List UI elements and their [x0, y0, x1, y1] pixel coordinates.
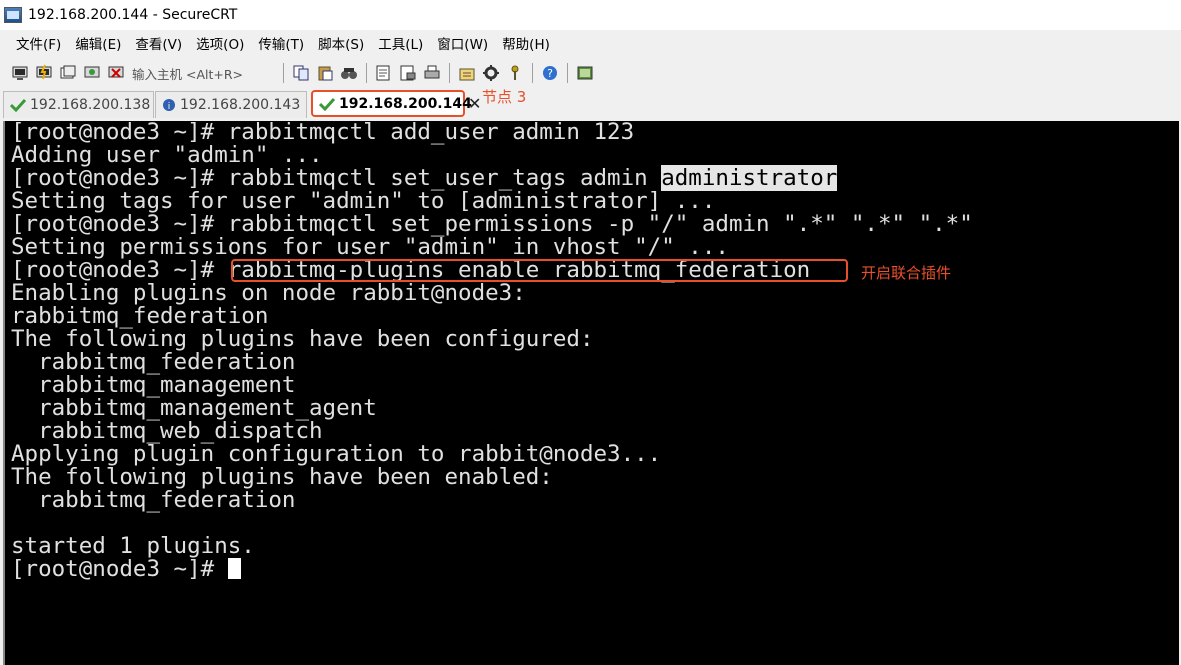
menu-view[interactable]: 查看(V) — [128, 33, 189, 53]
print-icon[interactable] — [398, 63, 418, 83]
terminal-prompt: [root@node3 ~]# — [11, 556, 228, 582]
terminal-line: rabbitmq_web_dispatch — [11, 418, 323, 444]
toolbar-separator — [449, 63, 450, 83]
tab-192-168-200-138[interactable]: 192.168.200.138 — [3, 91, 154, 118]
terminal-line: Setting tags for user "admin" to [admini… — [11, 188, 716, 214]
global-options-icon[interactable] — [481, 63, 501, 83]
terminal-line: rabbitmq_management_agent — [11, 395, 377, 421]
terminal-line: Enabling plugins on node rabbit@node3: — [11, 280, 526, 306]
menu-tools[interactable]: 工具(L) — [371, 33, 430, 53]
title-bar: 192.168.200.144 - SecureCRT — [0, 0, 1181, 30]
session-tab-bar: 192.168.200.138 i 192.168.200.143 192.16… — [0, 88, 1181, 120]
tab-192-168-200-143[interactable]: i 192.168.200.143 — [155, 91, 307, 118]
keymap-icon[interactable] — [505, 63, 525, 83]
terminal-line: started 1 plugins. — [11, 533, 255, 559]
menu-options[interactable]: 选项(O) — [189, 33, 251, 53]
terminal-line: [root@node3 ~]# rabbitmqctl set_user_tag… — [11, 165, 973, 191]
check-icon — [319, 97, 335, 111]
menu-bar: 文件(F) 编辑(E) 查看(V) 选项(O) 传输(T) 脚本(S) 工具(L… — [0, 30, 1181, 56]
tab-annotation: 节点 3 — [482, 88, 527, 106]
terminal-line: rabbitmq_management — [11, 372, 296, 398]
terminal-line: rabbitmq_federation — [11, 303, 269, 329]
terminal-line: rabbitmq_federation — [11, 349, 296, 375]
terminal-line: Setting permissions for user "admin" in … — [11, 234, 729, 260]
info-icon: i — [162, 98, 176, 112]
toolbar: 输入主机 <Alt+R> ? — [0, 58, 1181, 88]
menu-help[interactable]: 帮助(H) — [495, 33, 557, 53]
menu-edit[interactable]: 编辑(E) — [68, 33, 128, 53]
toolbar-separator — [567, 63, 568, 83]
securecrt-app-icon — [4, 7, 22, 23]
command-highlight-box — [231, 259, 848, 282]
window-title: 192.168.200.144 - SecureCRT — [28, 7, 238, 23]
terminal-line: [root@node3 ~]# rabbitmqctl add_user adm… — [11, 119, 635, 145]
connect-tab-icon[interactable] — [58, 63, 78, 83]
connect-icon[interactable] — [10, 63, 30, 83]
close-tab-icon[interactable]: ✕ — [468, 96, 481, 112]
terminal-line: The following plugins have been configur… — [11, 326, 594, 352]
disconnect-icon[interactable] — [106, 63, 126, 83]
sftp-icon[interactable] — [575, 63, 595, 83]
terminal-cursor — [227, 558, 241, 579]
svg-text:?: ? — [547, 67, 553, 80]
terminal-line: Adding user "admin" ... — [11, 142, 323, 168]
tab-label: 192.168.200.144 — [339, 95, 472, 112]
printer-icon[interactable] — [422, 63, 442, 83]
paste-icon[interactable] — [315, 63, 335, 83]
terminal-line: The following plugins have been enabled: — [11, 464, 553, 490]
tab-label: 192.168.200.143 — [180, 97, 301, 113]
quick-connect-icon[interactable] — [34, 63, 54, 83]
menu-window[interactable]: 窗口(W) — [430, 33, 495, 53]
terminal-line: [root@node3 ~]# — [11, 558, 973, 581]
session-options-icon[interactable] — [457, 63, 477, 83]
command-annotation: 开启联合插件 — [861, 264, 952, 282]
terminal-line: [root@node3 ~]# rabbitmqctl set_permissi… — [11, 211, 973, 237]
toolbar-separator — [283, 63, 284, 83]
help-icon[interactable]: ? — [540, 63, 560, 83]
copy-icon[interactable] — [291, 63, 311, 83]
toolbar-separator — [366, 63, 367, 83]
check-icon — [10, 98, 26, 112]
terminal[interactable]: [root@node3 ~]# rabbitmqctl add_user adm… — [3, 121, 1179, 665]
reconnect-icon[interactable] — [82, 63, 102, 83]
print-setup-icon[interactable] — [374, 63, 394, 83]
toolbar-separator — [532, 63, 533, 83]
menu-script[interactable]: 脚本(S) — [311, 33, 371, 53]
menu-transfer[interactable]: 传输(T) — [251, 33, 311, 53]
terminal-line: Applying plugin configuration to rabbit@… — [11, 441, 662, 467]
tab-192-168-200-144[interactable]: 192.168.200.144 — [311, 90, 472, 117]
svg-text:i: i — [168, 102, 171, 112]
terminal-output: [root@node3 ~]# rabbitmqctl add_user adm… — [11, 121, 973, 581]
menu-file[interactable]: 文件(F) — [9, 33, 68, 53]
find-icon[interactable] — [339, 63, 359, 83]
terminal-line: rabbitmq_federation — [11, 487, 296, 513]
quick-connect-input[interactable]: 输入主机 <Alt+R> — [132, 64, 272, 83]
tab-label: 192.168.200.138 — [30, 97, 151, 113]
